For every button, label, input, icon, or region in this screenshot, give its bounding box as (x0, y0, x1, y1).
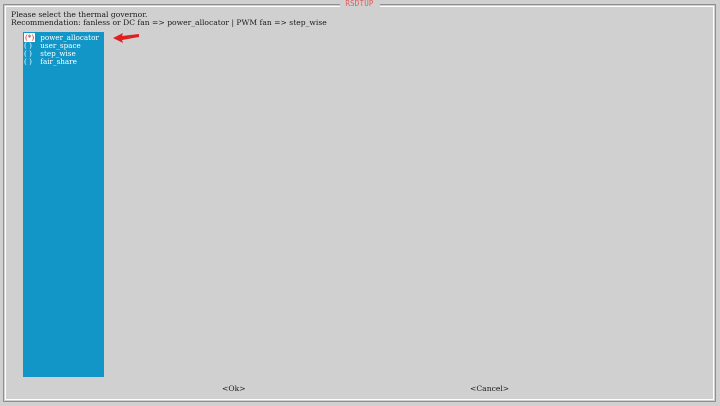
cancel-button[interactable]: <Cancel> (470, 384, 509, 393)
option-fair-share[interactable]: ( ) fair_share (24, 58, 77, 66)
recommendation-line: Recommendation: fanless or DC fan => pow… (11, 18, 327, 27)
option-label: fair_share (40, 57, 77, 66)
annotation-arrow-icon (113, 33, 139, 43)
dialog-frame: RSDTUP (3, 0, 716, 402)
governor-list: (*) power_allocator ( ) user_space ( ) s… (23, 32, 104, 377)
dialog-title: RSDTUP (339, 0, 380, 8)
radio-icon[interactable]: ( ) (24, 58, 38, 66)
dialog-frame-inner (5, 6, 714, 400)
ok-button[interactable]: <Ok> (222, 384, 246, 393)
